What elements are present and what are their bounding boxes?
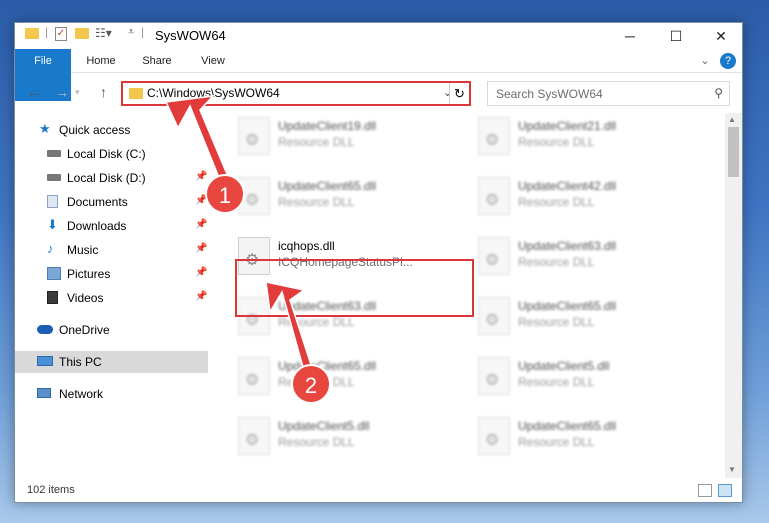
callout-step-one: 1	[205, 174, 245, 214]
callout-step-two: 2	[291, 364, 331, 404]
callout-arrows	[164, 94, 315, 380]
